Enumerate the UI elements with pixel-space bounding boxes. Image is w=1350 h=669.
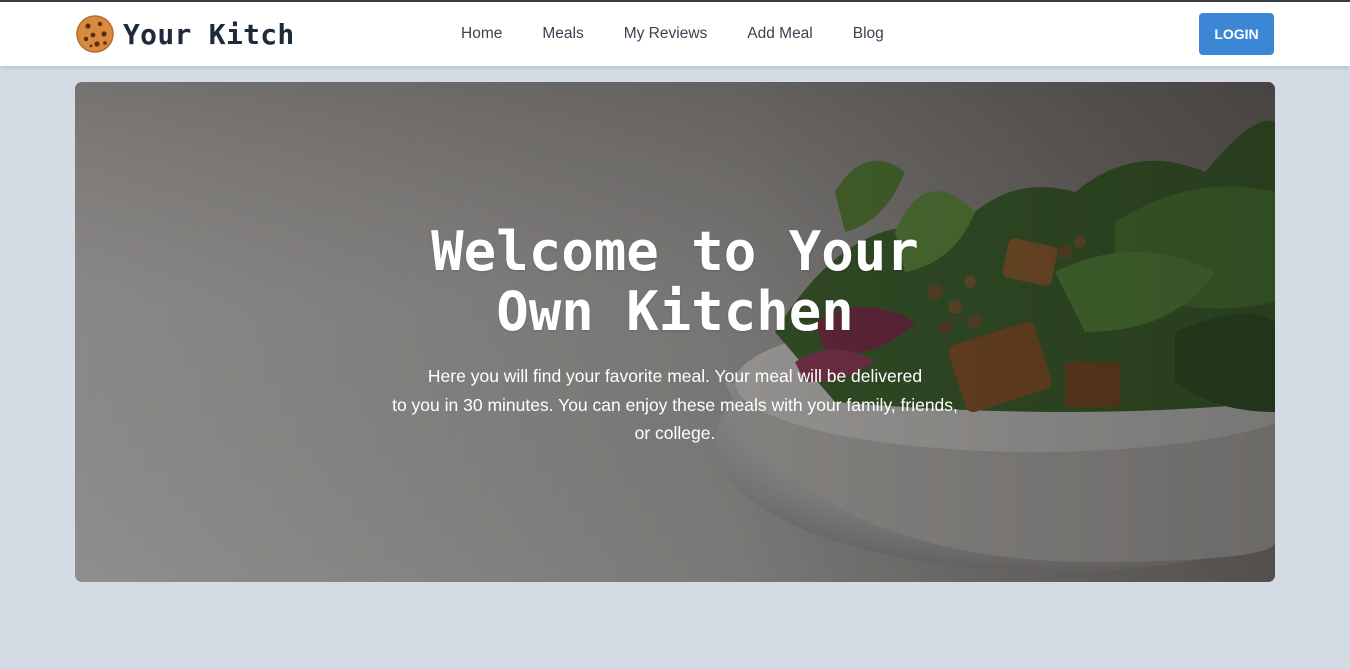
nav-blog[interactable]: Blog [853,25,884,43]
hero-subtitle-line-1: Here you will find your favorite meal. Y… [427,366,923,386]
hero-title: Welcome to Your Own Kitchen [365,222,985,342]
hero-title-line-1: Welcome to Your [431,220,919,283]
login-button[interactable]: LOGIN [1199,13,1274,55]
hero-content: Welcome to Your Own Kitchen Here you wil… [365,222,985,448]
main-nav: Home Meals My Reviews Add Meal Blog [461,2,884,66]
hero-banner: Welcome to Your Own Kitchen Here you wil… [75,82,1275,582]
hero-subtitle-line-3: or college. [634,423,716,443]
hero-subtitle: Here you will find your favorite meal. Y… [365,362,985,448]
hero-title-line-2: Own Kitchen [496,280,854,343]
nav-home[interactable]: Home [461,25,502,43]
navbar: Your Kitch Home Meals My Reviews Add Mea… [0,2,1350,66]
brand-name: Your Kitch [123,17,295,51]
nav-my-reviews[interactable]: My Reviews [624,25,708,43]
cookie-icon [76,15,114,53]
nav-add-meal[interactable]: Add Meal [747,25,812,43]
hero-subtitle-line-2: to you in 30 minutes. You can enjoy thes… [392,394,958,415]
brand-logo[interactable]: Your Kitch [75,14,295,54]
nav-meals[interactable]: Meals [542,25,583,43]
